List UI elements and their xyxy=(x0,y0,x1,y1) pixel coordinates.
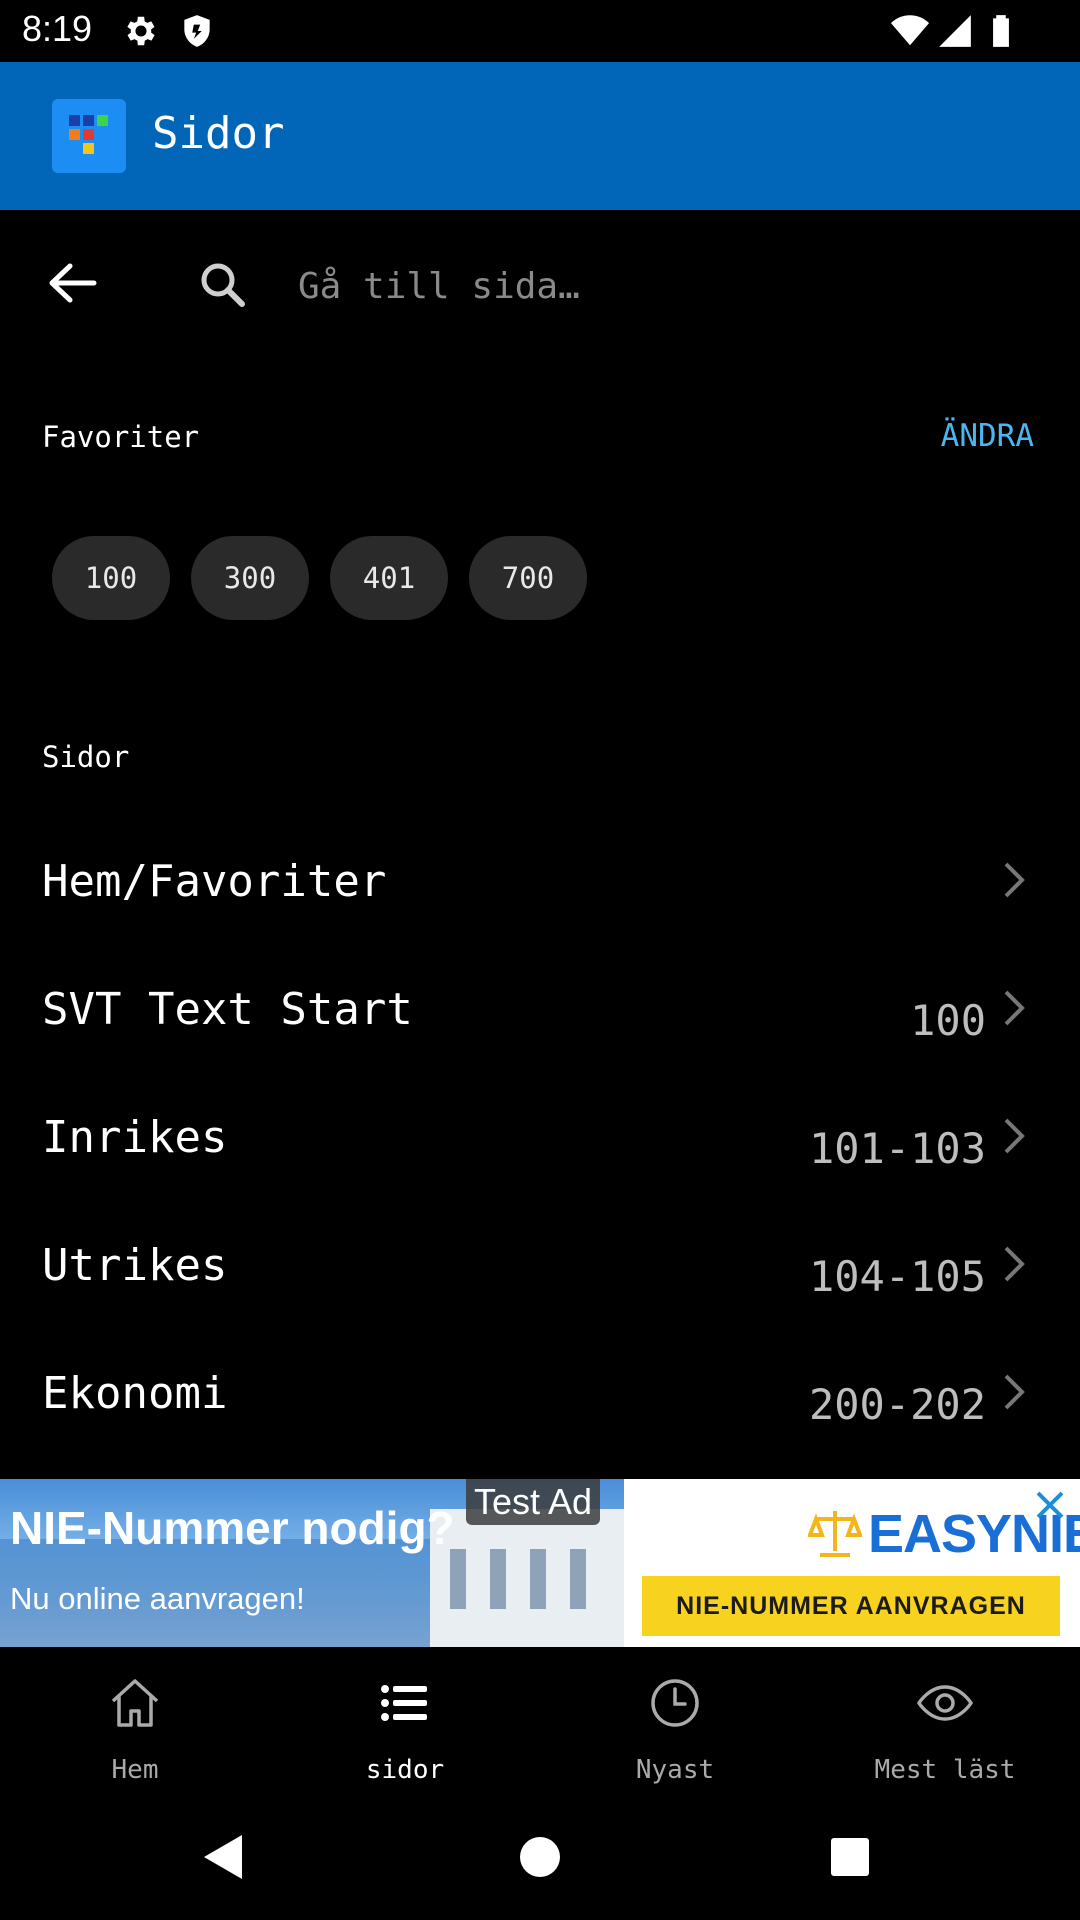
status-time: 8:19 xyxy=(22,8,93,49)
search-input[interactable] xyxy=(298,256,1018,316)
favorite-chip[interactable]: 401 xyxy=(330,536,448,620)
nav-label: Hem xyxy=(111,1755,159,1785)
nav-item-nyast[interactable]: Nyast xyxy=(540,1647,810,1797)
nav-label: sidor xyxy=(365,1755,445,1785)
nav-label: Mest läst xyxy=(874,1755,1016,1785)
home-icon xyxy=(111,1679,159,1727)
shield-icon xyxy=(184,15,210,47)
page-row-inrikes[interactable]: Inrikes 101-103 xyxy=(0,1074,1080,1202)
scales-icon xyxy=(808,1511,862,1557)
nav-item-sidor[interactable]: sidor xyxy=(270,1647,540,1797)
ad-headline: NIE-Nummer nodig? xyxy=(10,1502,455,1554)
chevron-right-icon xyxy=(1004,1118,1025,1154)
system-home-icon[interactable] xyxy=(510,1827,570,1887)
page-row-hem-favoriter[interactable]: Hem/Favoriter xyxy=(0,818,1080,946)
favorites-chips: 100 300 401 700 xyxy=(52,536,587,620)
eye-icon xyxy=(917,1685,973,1721)
page-row-title: SVT Text Start xyxy=(42,984,413,1035)
page-list: Hem/Favoriter SVT Text Start 100 Inrikes… xyxy=(0,818,1080,1458)
nav-item-mest-last[interactable]: Mest läst xyxy=(810,1647,1080,1797)
system-nav-bar xyxy=(0,1797,1080,1920)
favorites-label: Favoriter xyxy=(42,420,200,454)
page-row-range: 200-202 xyxy=(808,1380,986,1429)
page-title: Sidor xyxy=(152,108,285,159)
nav-label: Nyast xyxy=(635,1755,715,1785)
ad-test-label: Test Ad xyxy=(466,1479,601,1525)
page-row-title: Inrikes xyxy=(42,1112,228,1163)
page-row-range: 101-103 xyxy=(808,1124,986,1173)
app-logo-icon xyxy=(52,99,126,173)
settings-gear-icon xyxy=(127,16,155,46)
pages-label: Sidor xyxy=(42,740,130,774)
status-bar: 8:19 xyxy=(0,0,1080,62)
back-arrow-icon[interactable] xyxy=(44,258,102,308)
app-bar: Sidor xyxy=(0,62,1080,210)
page-row-title: Utrikes xyxy=(42,1240,228,1291)
ad-cta-button[interactable]: NIE-NUMMER AANVRAGEN xyxy=(642,1576,1060,1636)
bottom-nav: Hem sidor Nyast Mest läst xyxy=(0,1647,1080,1797)
ad-subline: Nu online aanvragen! xyxy=(10,1581,305,1616)
chevron-right-icon xyxy=(1004,1246,1025,1282)
battery-icon xyxy=(993,15,1009,47)
list-icon xyxy=(381,1685,427,1721)
clock-icon xyxy=(651,1679,699,1727)
chevron-right-icon xyxy=(1004,990,1025,1026)
ad-banner[interactable]: NIE-Nummer nodig? Nu online aanvragen! T… xyxy=(0,1479,1080,1647)
cell-signal-icon xyxy=(939,15,971,47)
page-row-title: Ekonomi xyxy=(42,1368,228,1419)
nav-item-hem[interactable]: Hem xyxy=(0,1647,270,1797)
chevron-right-icon xyxy=(1004,1374,1025,1410)
wifi-icon xyxy=(891,15,929,46)
edit-favorites-button[interactable]: ÄNDRA xyxy=(941,418,1034,454)
page-row-ekonomi[interactable]: Ekonomi 200-202 xyxy=(0,1330,1080,1458)
search-icon xyxy=(201,263,245,307)
system-recents-icon[interactable] xyxy=(820,1827,880,1887)
system-back-icon[interactable] xyxy=(196,1827,256,1887)
chevron-right-icon xyxy=(1004,862,1025,898)
page-row-range: 104-105 xyxy=(808,1252,986,1301)
page-row-utrikes[interactable]: Utrikes 104-105 xyxy=(0,1202,1080,1330)
page-row-title: Hem/Favoriter xyxy=(42,856,387,907)
page-row-range: 100 xyxy=(910,996,986,1045)
page-row-svt-text-start[interactable]: SVT Text Start 100 xyxy=(0,946,1080,1074)
favorite-chip[interactable]: 700 xyxy=(469,536,587,620)
close-icon[interactable] xyxy=(1032,1487,1068,1523)
favorite-chip[interactable]: 100 xyxy=(52,536,170,620)
favorite-chip[interactable]: 300 xyxy=(191,536,309,620)
